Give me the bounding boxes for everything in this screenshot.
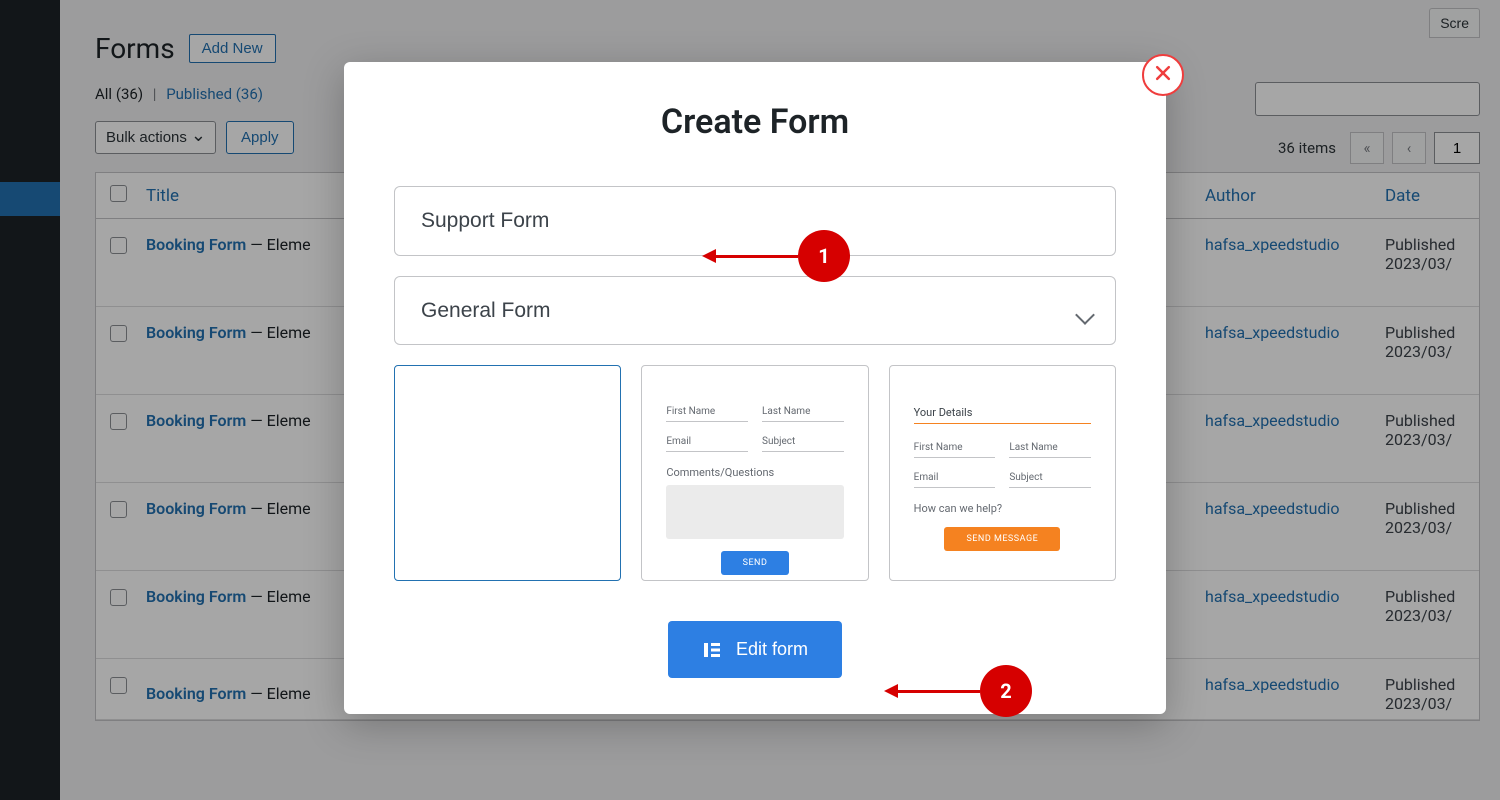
elementor-icon (702, 640, 722, 660)
tpl-underline (666, 451, 748, 452)
tpl-label: First Name (914, 442, 996, 453)
tpl-label: Last Name (762, 406, 844, 417)
tpl-label: Subject (762, 436, 844, 447)
modal-close-button[interactable] (1142, 54, 1184, 96)
template-blank[interactable] (394, 365, 621, 581)
tpl-label: How can we help? (914, 502, 1002, 515)
tpl-label: Email (914, 472, 996, 483)
tpl-label: Email (666, 436, 748, 447)
tpl-underline (914, 457, 996, 458)
tpl-underline (1009, 457, 1091, 458)
modal-title: Create Form (394, 102, 1116, 142)
tpl-textarea (666, 485, 843, 539)
tpl-underline (762, 421, 844, 422)
tpl-underline (1009, 487, 1091, 488)
tpl-label: Subject (1009, 472, 1091, 483)
template-contact-1[interactable]: First Name Last Name Email Subject Comme… (641, 365, 868, 581)
template-contact-2[interactable]: Your Details First Name Last Name Email … (889, 365, 1116, 581)
form-name-input[interactable] (394, 186, 1116, 256)
tpl-underline (666, 421, 748, 422)
tpl-underline (914, 487, 996, 488)
modal-footer: Edit form (394, 621, 1116, 678)
tpl-heading: Your Details (914, 406, 1091, 419)
form-type-select[interactable]: General Form (394, 276, 1116, 345)
tpl-underline (762, 451, 844, 452)
edit-form-label: Edit form (736, 639, 808, 660)
template-list: First Name Last Name Email Subject Comme… (394, 365, 1116, 581)
tpl-send-button: SEND MESSAGE (944, 527, 1060, 551)
close-icon (1153, 63, 1173, 87)
tpl-label: Comments/Questions (666, 466, 774, 479)
tpl-heading-underline (914, 423, 1091, 424)
tpl-label: First Name (666, 406, 748, 417)
create-form-modal: Create Form General Form First Name Last… (344, 62, 1166, 714)
edit-form-button[interactable]: Edit form (668, 621, 842, 678)
tpl-label: Last Name (1009, 442, 1091, 453)
tpl-send-button: SEND (721, 551, 790, 575)
